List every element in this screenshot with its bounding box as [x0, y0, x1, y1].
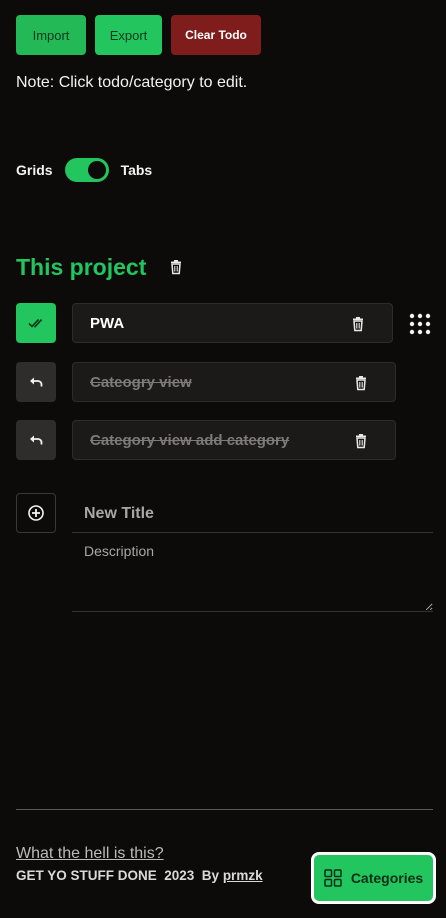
clear-todo-button[interactable]: Clear Todo	[171, 15, 261, 55]
toggle-label-tabs: Tabs	[120, 162, 153, 178]
trash-icon[interactable]	[353, 375, 369, 391]
trash-icon[interactable]	[350, 316, 366, 332]
add-todo-button[interactable]	[16, 493, 56, 533]
categories-label: Categories	[350, 870, 424, 886]
edit-note: Note: Click todo/category to edit.	[16, 74, 248, 91]
undo-button[interactable]	[16, 420, 56, 460]
switch-knob	[87, 161, 106, 179]
footer-divider	[16, 809, 433, 810]
todo-item[interactable]: Cateogry view	[72, 362, 396, 402]
check-double-icon	[28, 318, 43, 328]
toggle-label-grids: Grids	[16, 162, 53, 178]
complete-button[interactable]	[16, 303, 56, 343]
drag-handle-icon[interactable]	[409, 313, 431, 335]
todo-item[interactable]: PWA	[72, 303, 393, 343]
credit-text: GET YO STUFF DONE 2023 By	[16, 868, 223, 883]
undo-icon	[30, 377, 43, 387]
view-switch[interactable]	[64, 158, 109, 182]
undo-icon	[30, 435, 43, 445]
about-link[interactable]: What the hell is this?	[16, 845, 164, 863]
category-title[interactable]: This project	[16, 254, 146, 281]
todo-label: Cateogry view	[90, 373, 192, 391]
todo-row: Category view add category	[16, 420, 396, 462]
undo-button[interactable]	[16, 362, 56, 402]
export-button[interactable]: Export	[95, 15, 162, 55]
todo-row: PWA	[16, 303, 436, 345]
import-button[interactable]: Import	[16, 15, 86, 55]
trash-icon[interactable]	[353, 433, 369, 449]
todo-item[interactable]: Category view add category	[72, 420, 396, 460]
todo-label: Category view add category	[90, 431, 290, 449]
grid-icon	[324, 869, 342, 887]
categories-button[interactable]: Categories	[311, 852, 436, 904]
trash-icon[interactable]	[168, 259, 184, 275]
todo-label: PWA	[90, 314, 125, 332]
footer-credit: GET YO STUFF DONE 2023 By prmzk	[16, 868, 263, 883]
todo-row: Cateogry view	[16, 362, 396, 404]
plus-circle-icon	[28, 505, 44, 521]
view-toggle: Grids Tabs	[16, 158, 152, 182]
new-description-input[interactable]	[72, 534, 433, 612]
toolbar: Import Export Clear Todo	[16, 15, 261, 55]
author-link[interactable]: prmzk	[223, 868, 263, 883]
new-title-input[interactable]	[72, 495, 433, 533]
